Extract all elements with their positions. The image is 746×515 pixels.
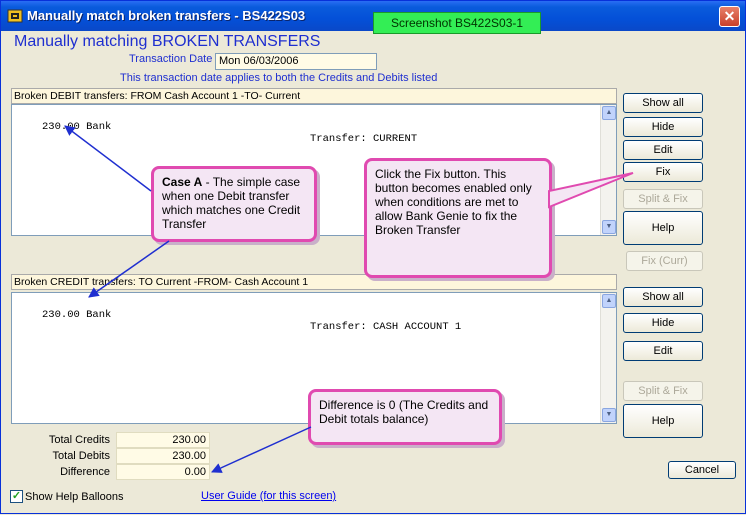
transaction-date-note: This transaction date applies to both th… <box>120 72 438 84</box>
credit-row-description: Transfer: CASH ACCOUNT 1 <box>310 321 462 333</box>
transaction-date-label: Transaction Date <box>129 53 213 65</box>
main-window: Manually match broken transfers - BS422S… <box>0 0 746 514</box>
difference-balloon: Difference is 0 (The Credits and Debit t… <box>308 389 502 445</box>
total-debits-value: 230.00 <box>116 448 210 464</box>
credit-help-button[interactable]: Help <box>623 404 703 438</box>
scroll-down-icon[interactable]: ▼ <box>602 408 616 422</box>
debit-section-label: Broken DEBIT transfers: FROM Cash Accoun… <box>11 88 617 104</box>
difference-label: Difference <box>60 466 110 478</box>
fix-help-balloon: Click the Fix button. This button become… <box>364 158 552 278</box>
scroll-down-icon[interactable]: ▼ <box>602 220 616 234</box>
difference-value: 0.00 <box>116 464 210 480</box>
credit-list-item[interactable]: 230.00 Bank Transfer: CASH ACCOUNT 1 <box>12 297 600 345</box>
credit-hide-button[interactable]: Hide <box>623 313 703 333</box>
credit-show-all-button[interactable]: Show all <box>623 287 703 307</box>
debit-scrollbar[interactable]: ▲ ▼ <box>600 105 616 235</box>
screenshot-label: Screenshot BS422S03-1 <box>373 12 541 34</box>
debit-help-button[interactable]: Help <box>623 211 703 245</box>
total-debits-label: Total Debits <box>52 450 110 462</box>
scroll-up-icon[interactable]: ▲ <box>602 106 616 120</box>
app-icon <box>7 9 23 23</box>
fix-curr-button[interactable]: Fix (Curr) <box>626 251 703 271</box>
debit-split-fix-button[interactable]: Split & Fix <box>623 189 703 209</box>
debit-show-all-button[interactable]: Show all <box>623 93 703 113</box>
credit-edit-button[interactable]: Edit <box>623 341 703 361</box>
total-credits-label: Total Credits <box>48 434 110 446</box>
debit-edit-button[interactable]: Edit <box>623 140 703 160</box>
debit-row-description: Transfer: CURRENT <box>310 133 418 145</box>
fix-button[interactable]: Fix <box>623 162 703 182</box>
debit-list-item[interactable]: 230.00 Bank Transfer: CURRENT <box>12 109 600 157</box>
debit-hide-button[interactable]: Hide <box>623 117 703 137</box>
close-button[interactable]: ✕ <box>719 6 740 27</box>
credit-row-amount: 230.00 Bank <box>42 309 112 321</box>
debit-row-amount: 230.00 Bank <box>42 121 112 133</box>
case-a-balloon: Case A - The simple case when one Debit … <box>151 166 317 242</box>
arrow-to-difference <box>211 426 312 473</box>
window-title: Manually match broken transfers - BS422S… <box>27 8 306 23</box>
show-help-balloons-checkbox[interactable]: ✓ <box>10 490 23 503</box>
user-guide-link[interactable]: User Guide (for this screen) <box>201 490 336 502</box>
page-title: Manually matching BROKEN TRANSFERS <box>14 33 321 50</box>
transaction-date-field[interactable]: Mon 06/03/2006 <box>215 53 377 70</box>
case-a-title: Case A <box>162 175 203 189</box>
show-help-balloons-label[interactable]: Show Help Balloons <box>25 491 123 503</box>
credit-split-fix-button[interactable]: Split & Fix <box>623 381 703 401</box>
credit-scrollbar[interactable]: ▲ ▼ <box>600 293 616 423</box>
total-credits-value: 230.00 <box>116 432 210 448</box>
cancel-button[interactable]: Cancel <box>668 461 736 479</box>
scroll-up-icon[interactable]: ▲ <box>602 294 616 308</box>
